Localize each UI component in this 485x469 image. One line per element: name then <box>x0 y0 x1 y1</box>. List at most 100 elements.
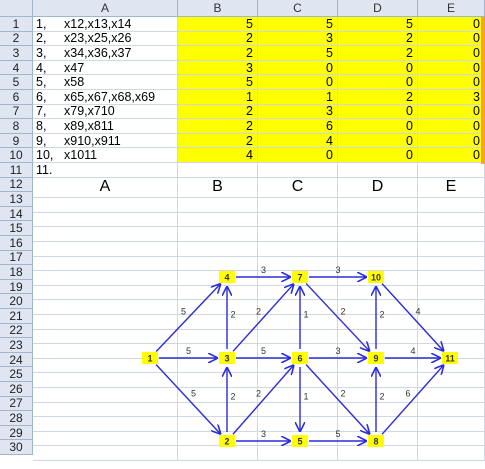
row-header-27[interactable]: 27 <box>0 396 33 412</box>
cell-a9[interactable]: 9, x910,x911 <box>33 133 178 149</box>
cell-e10[interactable]: 0 <box>418 148 485 163</box>
row-header-2[interactable]: 2 <box>0 31 33 47</box>
cell-d9[interactable]: 0 <box>338 133 418 149</box>
cell-a1[interactable]: 1, x12,x13,x14 <box>33 17 178 32</box>
cell-d6[interactable]: 2 <box>338 90 418 105</box>
cell-a3[interactable]: 3, x34,x36,x37 <box>33 46 178 61</box>
cell-b12[interactable]: B <box>178 177 258 199</box>
cell-d11[interactable] <box>338 163 418 178</box>
cell-e6[interactable]: 3 <box>418 90 485 105</box>
cell-c10[interactable]: 0 <box>258 148 338 163</box>
cell-c8[interactable]: 6 <box>258 119 338 134</box>
row-header-28[interactable]: 28 <box>0 411 33 426</box>
cell-d1[interactable]: 5 <box>338 17 418 32</box>
row-header-1[interactable]: 1 <box>0 17 33 32</box>
row-header-13[interactable]: 13 <box>0 192 33 207</box>
cell-c1[interactable]: 5 <box>258 17 338 32</box>
cell-e4[interactable]: 0 <box>418 60 485 76</box>
row-header-6[interactable]: 6 <box>0 90 33 105</box>
cell-c5[interactable]: 0 <box>258 75 338 90</box>
cell-empty[interactable] <box>418 242 485 257</box>
cell-a2[interactable]: 2, x23,x25,x26 <box>33 31 178 47</box>
cell-e1[interactable]: 0 <box>418 17 485 32</box>
cell-b2[interactable]: 2 <box>178 31 258 47</box>
row-header-14[interactable]: 14 <box>0 207 33 222</box>
cell-e11[interactable] <box>418 163 485 178</box>
cell-a11[interactable]: 11. <box>33 163 178 178</box>
cell-empty[interactable] <box>258 242 338 257</box>
cell-e9[interactable]: 0 <box>418 133 485 149</box>
row-header-30[interactable]: 30 <box>0 440 33 455</box>
cell-b10[interactable]: 4 <box>178 148 258 163</box>
row-header-9[interactable]: 9 <box>0 134 33 149</box>
row-header-5[interactable]: 5 <box>0 75 33 90</box>
cell-a7[interactable]: 7, x79,x710 <box>33 104 178 120</box>
cell-e8[interactable]: 0 <box>418 119 485 134</box>
row-header-19[interactable]: 19 <box>0 280 33 295</box>
row-header-8[interactable]: 8 <box>0 119 33 134</box>
row-header-21[interactable]: 21 <box>0 309 33 324</box>
cell-a6[interactable]: 6, x65,x67,x68,x69 <box>33 90 178 105</box>
cell-a12[interactable]: A <box>33 177 178 199</box>
row-header-24[interactable]: 24 <box>0 353 33 368</box>
cell-b3[interactable]: 2 <box>178 46 258 61</box>
cell-c7[interactable]: 3 <box>258 104 338 120</box>
cell-b4[interactable]: 3 <box>178 60 258 76</box>
cell-e7[interactable]: 0 <box>418 104 485 120</box>
cell-c2[interactable]: 3 <box>258 31 338 47</box>
row-header-16[interactable]: 16 <box>0 236 33 251</box>
cell-empty[interactable] <box>338 242 418 257</box>
row-header-4[interactable]: 4 <box>0 61 33 76</box>
cell-c12[interactable]: C <box>258 177 338 199</box>
row-header-15[interactable]: 15 <box>0 221 33 236</box>
column-header-a[interactable]: A <box>33 0 178 17</box>
cell-empty[interactable] <box>178 212 258 228</box>
cell-c4[interactable]: 0 <box>258 60 338 76</box>
cell-b7[interactable]: 2 <box>178 104 258 120</box>
cell-d4[interactable]: 0 <box>338 60 418 76</box>
cell-e3[interactable]: 0 <box>418 46 485 61</box>
cell-empty[interactable] <box>418 198 485 213</box>
cell-c3[interactable]: 5 <box>258 46 338 61</box>
cell-b8[interactable]: 2 <box>178 119 258 134</box>
row-header-12[interactable]: 12 <box>0 177 33 193</box>
row-header-23[interactable]: 23 <box>0 338 33 353</box>
select-all-corner[interactable] <box>0 0 33 17</box>
row-header-22[interactable]: 22 <box>0 323 33 339</box>
cell-empty[interactable] <box>338 198 418 213</box>
row-header-29[interactable]: 29 <box>0 426 33 441</box>
cell-e12[interactable]: E <box>418 177 485 199</box>
row-header-26[interactable]: 26 <box>0 382 33 397</box>
cell-d3[interactable]: 2 <box>338 46 418 61</box>
cell-b9[interactable]: 2 <box>178 133 258 149</box>
cell-d2[interactable]: 2 <box>338 31 418 47</box>
row-header-18[interactable]: 18 <box>0 265 33 280</box>
cell-empty[interactable] <box>418 227 485 242</box>
cell-d5[interactable]: 0 <box>338 75 418 90</box>
cell-a4[interactable]: 4, x47 <box>33 60 178 76</box>
cell-empty[interactable] <box>33 212 178 228</box>
row-header-11[interactable]: 11 <box>0 163 33 178</box>
cell-empty[interactable] <box>338 227 418 242</box>
cell-empty[interactable] <box>33 227 178 242</box>
cell-empty[interactable] <box>258 227 338 242</box>
column-header-d[interactable]: D <box>338 0 418 17</box>
cell-a5[interactable]: 5, x58 <box>33 75 178 90</box>
cell-b1[interactable]: 5 <box>178 17 258 32</box>
column-header-e[interactable]: E <box>418 0 485 17</box>
cell-d12[interactable]: D <box>338 177 418 199</box>
cell-c9[interactable]: 4 <box>258 133 338 149</box>
cell-empty[interactable] <box>178 242 258 257</box>
row-header-17[interactable]: 17 <box>0 250 33 266</box>
cell-c11[interactable] <box>258 163 338 178</box>
row-header-7[interactable]: 7 <box>0 104 33 120</box>
cell-a10[interactable]: 10, x1011 <box>33 148 178 163</box>
cell-d8[interactable]: 0 <box>338 119 418 134</box>
cell-c6[interactable]: 1 <box>258 90 338 105</box>
cell-e2[interactable]: 0 <box>418 31 485 47</box>
cell-b5[interactable]: 5 <box>178 75 258 90</box>
cell-b6[interactable]: 1 <box>178 90 258 105</box>
cell-empty[interactable] <box>258 198 338 213</box>
cell-empty[interactable] <box>338 212 418 228</box>
cell-empty[interactable] <box>178 198 258 213</box>
